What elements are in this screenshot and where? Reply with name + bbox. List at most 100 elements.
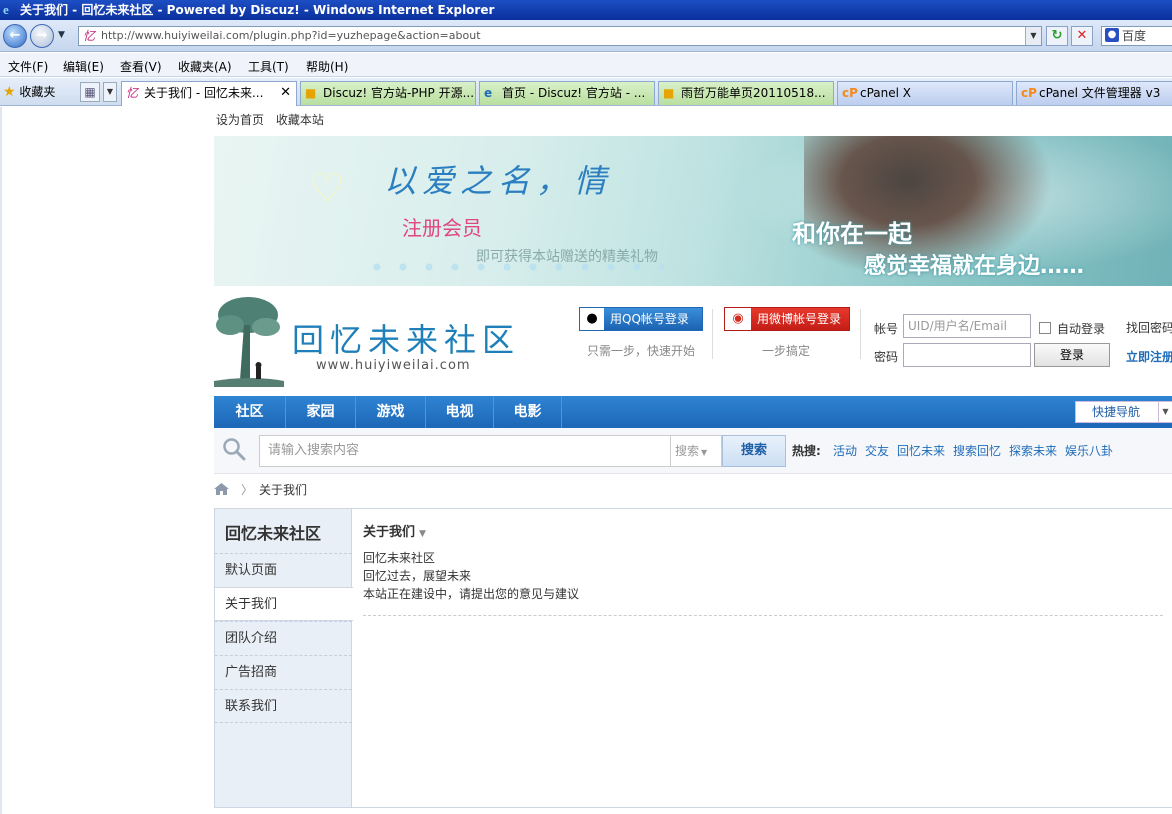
sidebar-item-about[interactable]: 关于我们 (215, 587, 353, 621)
tab-list-dropdown-icon[interactable]: ▼ (103, 82, 117, 102)
ie-page-icon: e (484, 86, 493, 100)
site-favicon-icon: 忆 (83, 29, 96, 43)
favorites-button[interactable]: ★ 收藏夹 (3, 83, 55, 100)
qq-login-label: 用QQ帐号登录 (610, 312, 689, 326)
sidebar-title: 回忆未来社区 (225, 524, 322, 543)
tab-about[interactable]: 忆 关于我们 - 回忆未来... ✕ (121, 81, 297, 106)
menu-tools[interactable]: 工具(T) (248, 58, 289, 75)
tab-cpanel[interactable]: cP cPanel X (837, 81, 1013, 105)
close-tab-icon[interactable]: ✕ (280, 82, 291, 104)
back-button[interactable]: ← (3, 24, 27, 48)
sidebar-item-ads[interactable]: 广告招商 (215, 655, 352, 689)
nav-movies[interactable]: 电影 (494, 396, 562, 428)
tab-cpanel-files[interactable]: cP cPanel 文件管理器 v3 (1016, 81, 1172, 105)
banner-caption-2: 感觉幸福就在身边…… (864, 254, 1085, 279)
baidu-paw-icon: ● (1105, 28, 1119, 42)
bookmark-site-link[interactable]: 收藏本站 (276, 113, 324, 127)
hot-search-item[interactable]: 娱乐八卦 (1065, 442, 1113, 459)
breadcrumb-current: 关于我们 (259, 483, 308, 497)
menu-favorites[interactable]: 收藏夹(A) (178, 58, 232, 75)
nav-tv[interactable]: 电视 (426, 396, 494, 428)
menu-edit[interactable]: 编辑(E) (63, 58, 104, 75)
site-name[interactable]: 回忆未来社区 (292, 315, 520, 361)
weibo-icon: ◉ (725, 308, 751, 330)
tab-yuzhe[interactable]: ■ 雨哲万能单页20110518... (658, 81, 834, 105)
qq-login-button[interactable]: ● 用QQ帐号登录 (579, 307, 703, 331)
ie-logo-icon: e (3, 2, 9, 17)
auto-login-checkbox[interactable] (1039, 322, 1051, 334)
forward-button[interactable]: → (30, 24, 54, 48)
home-icon[interactable] (214, 483, 229, 495)
nav-games[interactable]: 游戏 (356, 396, 426, 428)
refresh-button[interactable]: ↻ (1046, 26, 1068, 46)
heart-icon: ♡ (309, 166, 345, 212)
stop-button[interactable]: ✕ (1071, 26, 1093, 46)
window-title: 关于我们 - 回忆未来社区 - Powered by Discuz! - Win… (20, 3, 495, 17)
site-url: www.huiyiweilai.com (316, 358, 471, 373)
address-input[interactable]: 忆 http://www.huiyiweilai.com/plugin.php?… (78, 26, 1042, 46)
cpanel-icon: cP (1021, 86, 1037, 100)
hot-search-item[interactable]: 活动 (833, 442, 857, 459)
set-homepage-link[interactable]: 设为首页 (216, 113, 264, 127)
main-title[interactable]: 关于我们 ▼ (363, 521, 426, 540)
banner-slogan: 以爱之名，情 (384, 162, 613, 200)
login-button[interactable]: 登录 (1034, 343, 1110, 367)
address-dropdown-icon[interactable]: ▼ (1025, 27, 1041, 45)
qq-penguin-icon: ● (580, 308, 604, 330)
sidebar-item-default[interactable]: 默认页面 (215, 553, 352, 587)
qq-login-subtitle: 只需一步，快速开始 (587, 344, 696, 358)
hot-search-item[interactable]: 搜索回忆 (953, 442, 1001, 459)
tab-discuz-home[interactable]: e 首页 - Discuz! 官方站 - ... (479, 81, 655, 105)
search-engine-box[interactable]: ● 百度 (1101, 26, 1172, 46)
search-icon (223, 438, 246, 461)
sidebar-item-team[interactable]: 团队介绍 (215, 621, 352, 655)
search-bar: 请输入搜索内容 搜索 ▼ 搜索 热搜: 活动 交友 回忆未来 搜索回忆 探索未来 … (214, 428, 1172, 474)
browser-window: e 关于我们 - 回忆未来社区 - Powered by Discuz! - W… (0, 0, 1172, 814)
sidebar: 回忆未来社区 默认页面 关于我们 团队介绍 广告招商 联系我们 (215, 509, 353, 807)
search-type-select[interactable]: 搜索 ▼ (670, 435, 722, 467)
breadcrumb-separator-icon: 〉 (241, 483, 254, 497)
quick-tabs-icon[interactable]: ▦ (80, 82, 100, 102)
quick-nav-button[interactable]: 快捷导航 ▼ (1075, 401, 1172, 423)
site-header: 回忆未来社区 www.huiyiweilai.com ● 用QQ帐号登录 只需一… (214, 295, 1172, 390)
search-button[interactable]: 搜索 (722, 435, 786, 467)
search-type-label: 搜索 (675, 444, 700, 458)
sidebar-item-contact[interactable]: 联系我们 (215, 689, 352, 723)
favorites-label: 收藏夹 (19, 85, 56, 99)
address-toolbar: ← → ▼ 忆 http://www.huiyiweilai.com/plugi… (0, 20, 1172, 52)
forgot-password-link[interactable]: 找回密码 (1126, 319, 1172, 336)
tab-label: Discuz! 官方站-PHP 开源... (323, 86, 475, 100)
search-input[interactable]: 请输入搜索内容 (259, 435, 671, 467)
menu-view[interactable]: 查看(V) (120, 58, 162, 75)
main-line-3: 本站正在建设中，请提出您的意见与建议 (363, 587, 580, 601)
password-input[interactable] (903, 343, 1031, 367)
nav-community[interactable]: 社区 (214, 396, 286, 428)
banner-register-link[interactable]: 注册会员 (402, 212, 482, 241)
recent-pages-dropdown-icon[interactable]: ▼ (58, 30, 65, 40)
title-bar: e 关于我们 - 回忆未来社区 - Powered by Discuz! - W… (0, 0, 1172, 20)
content-panel: 回忆未来社区 默认页面 关于我们 团队介绍 广告招商 联系我们 关于我们 ▼ 回忆… (214, 508, 1172, 808)
account-input[interactable]: UID/用户名/Email (903, 314, 1031, 338)
weibo-login-button[interactable]: ◉ 用微博帐号登录 (724, 307, 850, 331)
nav-home[interactable]: 家园 (286, 396, 356, 428)
hot-search-item[interactable]: 回忆未来 (897, 442, 945, 459)
banner-gift-text: 即可获得本站赠送的精美礼物 (476, 249, 658, 265)
divider (712, 309, 713, 359)
discuz-favicon-icon: ■ (305, 86, 317, 100)
divider (860, 309, 861, 359)
menu-file[interactable]: 文件(F) (8, 58, 48, 75)
menu-help[interactable]: 帮助(H) (306, 58, 348, 75)
tab-discuz-php[interactable]: ■ Discuz! 官方站-PHP 开源... (300, 81, 476, 105)
chevron-down-icon: ▼ (1158, 402, 1172, 422)
main-nav: 社区 家园 游戏 电视 电影 快捷导航 ▼ (214, 396, 1172, 428)
tab-bar: ★ 收藏夹 ▦ ▼ 忆 关于我们 - 回忆未来... ✕ ■ Discuz! 官… (0, 78, 1172, 106)
auto-login-label[interactable]: 自动登录 (1057, 320, 1105, 337)
hot-search-item[interactable]: 交友 (865, 442, 889, 459)
register-link[interactable]: 立即注册 (1126, 348, 1172, 365)
hot-search-item[interactable]: 探索未来 (1009, 442, 1057, 459)
banner[interactable]: ♡ 以爱之名，情 注册会员 即可获得本站赠送的精美礼物 和你在一起 感觉幸福就在… (214, 136, 1172, 286)
address-url: http://www.huiyiweilai.com/plugin.php?id… (101, 29, 481, 42)
search-placeholder: 请输入搜索内容 (268, 443, 360, 458)
tree-logo-icon[interactable] (214, 295, 284, 387)
tab-label: 关于我们 - 回忆未来... (144, 86, 264, 100)
